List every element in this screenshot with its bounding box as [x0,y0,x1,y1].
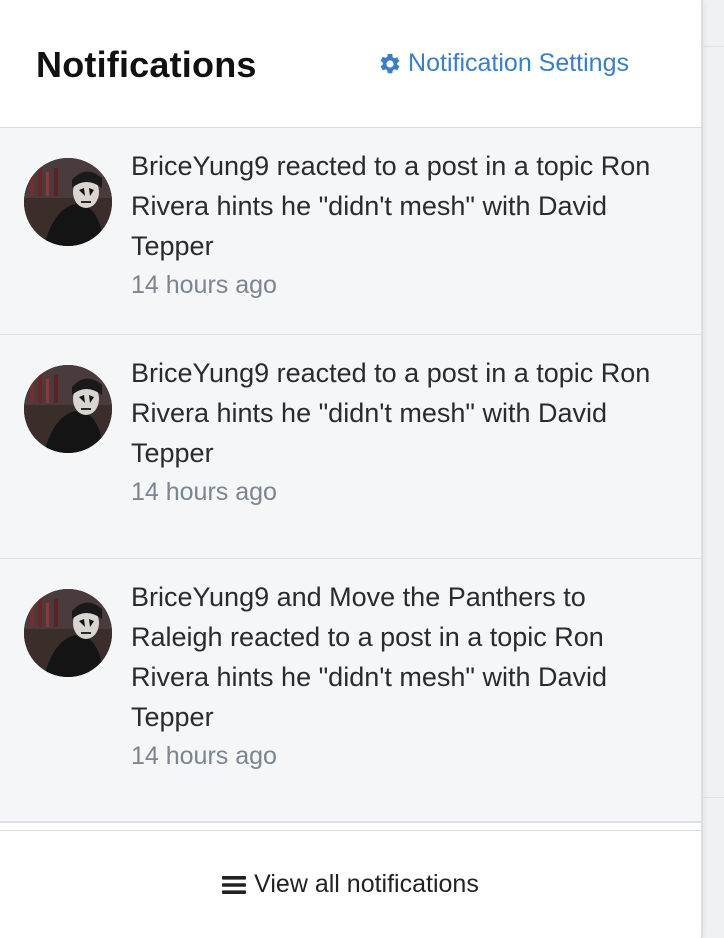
notification-list: BriceYung9 reacted to a post in a topic … [0,128,701,823]
avatar-icon[interactable] [24,589,112,677]
menu-icon [222,874,247,896]
divider [703,46,724,47]
notification-body: BriceYung9 reacted to a post in a topic … [131,353,671,511]
notification-text: BriceYung9 reacted to a post in a topic … [131,358,651,468]
divider [703,797,724,798]
gear-icon [378,52,402,76]
notification-settings-label: Notification Settings [408,49,629,77]
notification-text: BriceYung9 reacted to a post in a topic … [131,151,651,261]
notification-item[interactable]: BriceYung9 and Move the Panthers to Rale… [0,559,701,823]
notification-timestamp: 14 hours ago [131,742,277,770]
notification-item[interactable]: BriceYung9 reacted to a post in a topic … [0,335,701,559]
notification-item[interactable]: BriceYung9 reacted to a post in a topic … [0,128,701,335]
notification-text: BriceYung9 and Move the Panthers to Rale… [131,582,608,732]
avatar-icon[interactable] [24,158,112,246]
notification-body: BriceYung9 reacted to a post in a topic … [131,146,671,304]
panel-header: Notifications Notification Settings [0,0,701,128]
avatar-icon[interactable] [24,365,112,453]
notification-settings-link[interactable]: Notification Settings [378,49,629,78]
panel-footer: View all notifications [0,830,701,938]
notifications-panel: Notifications Notification Settings Bric… [0,0,702,938]
view-all-label: View all notifications [254,870,479,898]
notification-timestamp: 14 hours ago [131,478,277,506]
notification-timestamp: 14 hours ago [131,271,277,299]
panel-title: Notifications [36,43,257,85]
background-page-edge [702,0,724,938]
view-all-notifications-link[interactable]: View all notifications [222,870,479,899]
notification-body: BriceYung9 and Move the Panthers to Rale… [131,577,671,775]
